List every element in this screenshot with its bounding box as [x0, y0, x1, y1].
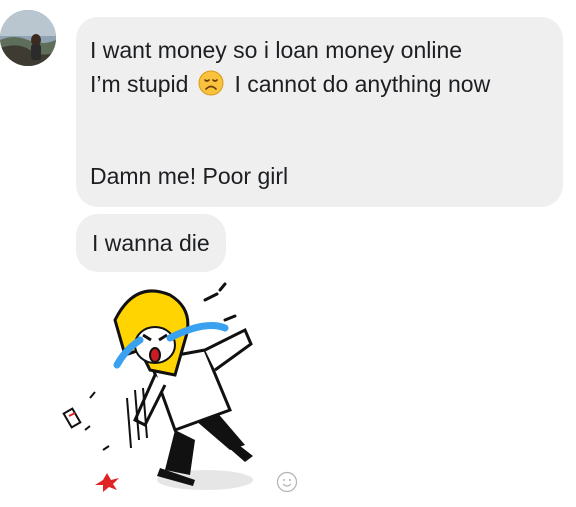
message-line: I’m stupid I cannot do anything now: [90, 67, 549, 105]
message-line: I want money so i loan money online: [90, 37, 463, 63]
message-text: I cannot do anything now: [234, 71, 491, 97]
crying-girl-sticker[interactable]: [55, 280, 275, 500]
message-line: Damn me! Poor girl: [90, 163, 289, 189]
message-bubble[interactable]: I wanna die: [76, 214, 226, 272]
smiley-face-icon: [276, 471, 298, 493]
crying-girl-sticker-icon: [62, 282, 253, 492]
avatar[interactable]: [0, 10, 56, 66]
profile-photo-icon: [0, 10, 56, 66]
message-text: I’m stupid: [90, 71, 189, 97]
disappointed-face-emoji-icon: [198, 70, 224, 105]
message-text: I wanna die: [92, 230, 210, 256]
message-bubble[interactable]: I want money so i loan money online I’m …: [76, 17, 563, 207]
reaction-button[interactable]: [276, 471, 298, 493]
